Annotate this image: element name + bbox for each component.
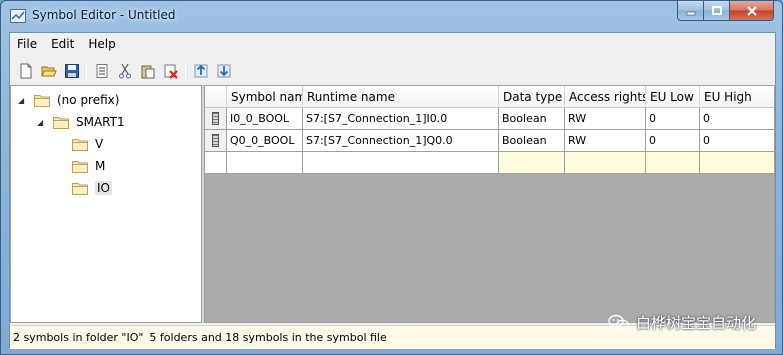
paste-icon [141,65,154,78]
wechat-icon [608,314,630,330]
folder-icon [53,116,69,129]
column-header-data-type[interactable]: Data type [499,86,565,108]
minimize-button[interactable] [677,1,704,21]
minimize-icon [686,11,695,15]
cell-runtime-name[interactable]: S7:[S7_Connection_1]I0.0 [303,108,499,130]
cell-eu-high[interactable] [700,152,774,174]
open-button[interactable] [37,60,60,82]
tree-label: (no prefix) [57,93,120,107]
expanded-arrow-icon[interactable]: ◢ [37,118,47,127]
status-folder-count: 2 symbols in folder "IO" [13,331,144,344]
menu-edit[interactable]: Edit [44,37,81,51]
corner-header[interactable] [205,86,227,108]
delete-icon [164,64,178,79]
save-button[interactable] [60,60,83,82]
export-button[interactable] [212,60,235,82]
row-handle-icon [212,112,219,125]
close-icon [746,5,757,16]
import-button[interactable] [189,60,212,82]
cell-symbol-name[interactable] [227,152,303,174]
client-area: File Edit Help ◢ (no prefix) ◢ SMART1 V … [9,32,776,349]
column-header-eu-high[interactable]: EU High [700,86,774,108]
cell-access-rights[interactable]: RW [565,108,646,130]
table-row[interactable]: I0_0_BOOL S7:[S7_Connection_1]I0.0 Boole… [205,108,774,130]
cell-eu-low[interactable]: 0 [646,130,700,152]
new-row[interactable] [205,152,774,174]
folder-icon [72,182,88,195]
import-icon [194,64,207,77]
tree-node-smart1[interactable]: ◢ SMART1 [37,112,125,132]
cell-data-type[interactable] [499,152,565,174]
maximize-icon [711,5,722,15]
folder-tree[interactable]: ◢ (no prefix) ◢ SMART1 V M IO [10,85,202,323]
tree-node-io[interactable]: IO [72,178,112,198]
row-header[interactable] [205,152,227,174]
cell-runtime-name[interactable] [303,152,499,174]
app-icon [10,9,26,23]
folder-icon [34,94,50,107]
properties-icon [96,63,107,78]
cell-runtime-name[interactable]: S7:[S7_Connection_1]Q0.0 [303,130,499,152]
toolbar-separator [185,61,186,80]
menu-bar: File Edit Help [10,33,775,55]
cell-data-type[interactable]: Boolean [499,130,565,152]
row-handle-icon [212,134,219,147]
symbol-editor-window: Symbol Editor - Untitled File Edit Help [0,0,783,355]
tree-label-selected: IO [95,181,112,195]
export-icon [217,64,230,77]
caption-buttons [677,1,774,21]
watermark: 白桦树宝宝自动化 [608,312,756,333]
open-icon [40,66,57,76]
cut-button[interactable] [113,60,136,82]
window-title: Symbol Editor - Untitled [32,8,176,22]
tree-node-v[interactable]: V [72,134,103,154]
cell-eu-low[interactable] [646,152,700,174]
new-button[interactable] [14,60,37,82]
maximize-button[interactable] [704,1,730,21]
grid-header-row: Symbol nam Runtime name Data type Access… [205,86,774,108]
properties-button[interactable] [90,60,113,82]
watermark-text: 白桦树宝宝自动化 [635,314,756,332]
title-bar[interactable]: Symbol Editor - Untitled [1,1,782,31]
tree-node-no-prefix[interactable]: ◢ (no prefix) [18,90,119,110]
menu-help[interactable]: Help [81,37,122,51]
row-header[interactable] [205,108,227,130]
cell-eu-low[interactable]: 0 [646,108,700,130]
save-icon [64,63,79,78]
cell-eu-high[interactable]: 0 [700,108,774,130]
cell-data-type[interactable]: Boolean [499,108,565,130]
status-file-summary: 5 folders and 18 symbols in the symbol f… [149,331,387,344]
column-header-eu-low[interactable]: EU Low [646,86,700,108]
tree-label: M [95,159,106,173]
new-icon [20,63,31,78]
close-button[interactable] [730,1,774,21]
tree-node-m[interactable]: M [72,156,105,176]
folder-icon [72,138,88,151]
delete-button[interactable] [159,60,182,82]
paste-button[interactable] [136,60,159,82]
folder-icon [72,160,88,173]
toolbar [10,57,775,84]
symbol-grid: Symbol nam Runtime name Data type Access… [204,85,775,323]
cell-access-rights[interactable]: RW [565,130,646,152]
cell-symbol-name[interactable]: Q0_0_BOOL [227,130,303,152]
cell-symbol-name[interactable]: I0_0_BOOL [227,108,303,130]
cell-access-rights[interactable] [565,152,646,174]
menu-file[interactable]: File [10,37,44,51]
table-row[interactable]: Q0_0_BOOL S7:[S7_Connection_1]Q0.0 Boole… [205,130,774,152]
column-header-access-rights[interactable]: Access rights [565,86,646,108]
tree-label: V [95,137,104,151]
cell-eu-high[interactable]: 0 [700,130,774,152]
column-header-runtime-name[interactable]: Runtime name [303,86,499,108]
toolbar-separator [86,61,87,80]
cut-icon [118,63,131,78]
column-header-symbol-name[interactable]: Symbol nam [227,86,303,108]
expanded-arrow-icon[interactable]: ◢ [18,96,28,105]
row-header[interactable] [205,130,227,152]
tree-label: SMART1 [76,115,125,129]
